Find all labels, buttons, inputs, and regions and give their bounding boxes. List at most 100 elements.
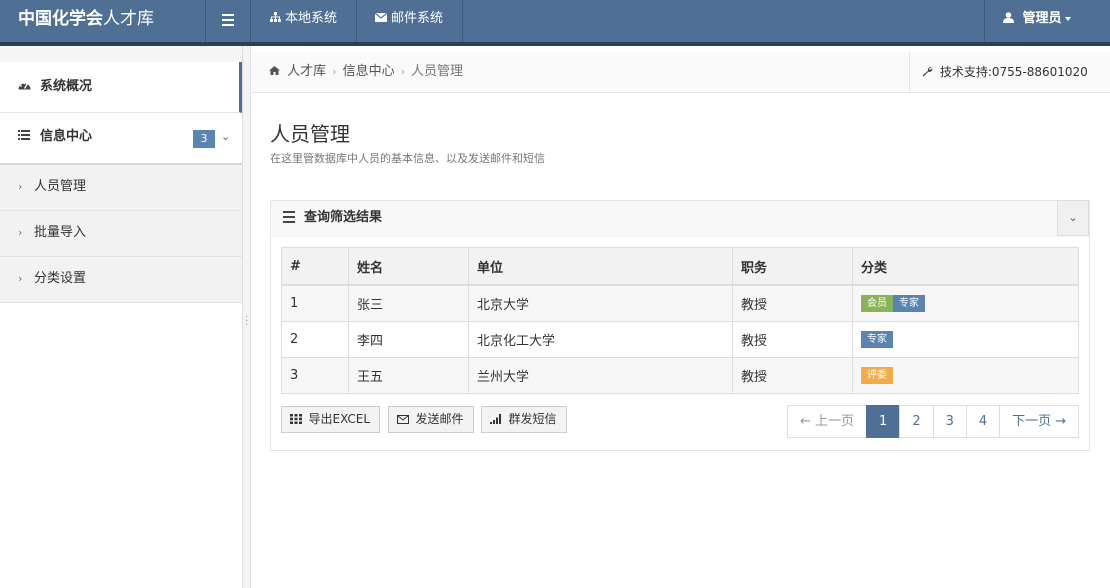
send-sms-button[interactable]: 群发短信 [481,406,567,433]
column-header-number[interactable]: # [281,247,349,286]
cell-number: 1 [281,284,349,322]
menu-toggle-button[interactable] [205,0,250,42]
signal-icon [490,413,506,426]
export-excel-button[interactable]: 导出EXCEL [281,406,381,433]
table-row[interactable]: 1 张三 北京大学 教授 会员 专家 [281,284,1079,322]
brand-name-rest: 人才库 [103,9,154,29]
caret-down-icon [1064,16,1071,21]
panel-collapse-button[interactable]: ⌄ [1057,200,1089,236]
top-navbar: 中国化学会人才库 本地系统 邮件系统 管理员 [0,0,1110,46]
cell-position: 教授 [732,357,853,394]
cell-category: 评委 [852,357,1079,394]
cell-name: 王五 [348,357,469,394]
table-row[interactable]: 3 王五 兰州大学 教授 评委 [281,357,1079,394]
main-content: 人才库 › 信息中心 › 人员管理 技术支持:0755-88601020 人员管理 在这… [251,46,1110,588]
next-page-button[interactable]: 下一页 → [999,405,1080,438]
category-tag: 专家 [893,295,925,312]
send-email-label: 发送邮件 [415,412,464,426]
cell-name: 张三 [348,284,469,322]
table-row[interactable]: 2 李四 北京化工大学 教授 专家 [281,321,1079,358]
column-header-unit[interactable]: 单位 [468,247,733,286]
nav-email-system-label: 邮件系统 [391,11,444,26]
wrench-icon [922,65,940,79]
cell-unit: 北京大学 [468,284,733,322]
cell-number: 2 [281,321,349,358]
sidebar-overview-label: 系统概况 [40,79,93,94]
drag-handle-icon: · · · [245,312,249,331]
sidebar-item-info-center[interactable]: 信息中心 3 ⌄ [0,113,242,165]
tech-support-text: 技术支持:0755-88601020 [939,65,1088,79]
envelope-icon [374,0,388,38]
sidebar-submenu: › 人员管理 › 批量导入 › 分类设置 [0,165,242,303]
column-header-category[interactable]: 分类 [852,247,1079,286]
breadcrumb-current: 人员管理 [410,64,463,79]
cell-name: 李四 [348,321,469,358]
export-excel-label: 导出EXCEL [308,412,371,426]
breadcrumb-separator: › [332,65,337,78]
prev-page-button[interactable]: ← 上一页 [787,405,868,438]
category-tag: 专家 [861,331,893,348]
page-title: 人员管理 [270,122,350,146]
sidebar-subitem-label: 分类设置 [34,271,87,286]
nav-local-system-label: 本地系统 [285,11,338,26]
page-button-3[interactable]: 3 [932,405,967,438]
chevron-right-icon: › [18,272,23,285]
category-tag: 会员 [861,295,893,312]
results-table: # 姓名 单位 职务 分类 1 张三 北京大学 教授 会员 专家 2 李四 北京化工大学 教授 专家… [281,247,1079,394]
chevron-right-icon: › [18,180,23,193]
user-icon [1003,11,1023,26]
grid-icon [290,413,306,426]
cell-unit: 兰州大学 [468,357,733,394]
sidebar: 系统概况 信息中心 3 ⌄ › 人员管理 › 批量导入 › 分类设置 [0,46,243,588]
cell-category: 会员 专家 [852,284,1079,322]
page-button-1[interactable]: 1 [866,405,901,438]
breadcrumb-separator: › [400,65,405,78]
column-header-position[interactable]: 职务 [732,247,853,286]
sidebar-subitem-label: 人员管理 [34,179,87,194]
sidebar-item-overview[interactable]: 系统概况 [0,62,242,113]
breadcrumb-bar: 人才库 › 信息中心 › 人员管理 技术支持:0755-88601020 [251,52,1110,93]
panel-header: 查询筛选结果 ⌄ [271,200,1089,237]
dashboard-icon [18,62,32,112]
sidebar-info-center-label: 信息中心 [40,129,93,144]
category-tag: 评委 [861,367,893,384]
list-icon [18,113,32,161]
info-center-count-badge: 3 [193,130,215,148]
breadcrumb-section[interactable]: 信息中心 [343,64,395,79]
pagination: ← 上一页 1 2 3 4 下一页 → [787,405,1080,438]
chevron-down-icon: ⌄ [1068,211,1078,224]
nav-local-system[interactable]: 本地系统 [250,0,361,42]
sidebar-item-category-settings[interactable]: › 分类设置 [0,257,242,303]
sidebar-item-batch-import[interactable]: › 批量导入 [0,211,242,257]
brand-name-bold: 中国化学会 [18,9,103,29]
tech-support-info: 技术支持:0755-88601020 [909,52,1110,92]
bars-icon [283,211,295,226]
cell-category: 专家 [852,321,1079,358]
sidebar-subitem-label: 批量导入 [34,225,87,240]
results-panel: 查询筛选结果 ⌄ # 姓名 单位 职务 分类 1 张三 北京大学 教授 会员 专家 2 李四北… [270,200,1090,451]
sitemap-icon [269,0,281,38]
user-name: 管理员 [1022,11,1062,26]
panel-title: 查询筛选结果 [304,210,383,225]
nav-divider [462,0,463,42]
user-menu[interactable]: 管理员 [984,0,1110,42]
page-subtitle: 在这里管数据库中人员的基本信息、以及发送邮件和短信 [270,152,545,165]
nav-email-system[interactable]: 邮件系统 [356,0,462,42]
breadcrumb-home[interactable]: 人才库 [287,64,326,79]
cell-position: 教授 [732,284,853,322]
cell-number: 3 [281,357,349,394]
sidebar-resize-handle[interactable]: · · · [243,46,251,588]
cell-position: 教授 [732,321,853,358]
chevron-right-icon: › [18,226,23,239]
page-button-4[interactable]: 4 [965,405,1001,438]
send-email-button[interactable]: 发送邮件 [388,406,474,433]
column-header-name[interactable]: 姓名 [348,247,469,286]
chevron-down-icon: ⌄ [221,130,231,143]
sidebar-item-people-management[interactable]: › 人员管理 [0,165,242,211]
envelope-icon [397,413,413,426]
sidebar-top-gap [0,46,242,62]
send-sms-label: 群发短信 [508,412,557,426]
breadcrumb: 人才库 › 信息中心 › 人员管理 [269,52,463,92]
page-button-2[interactable]: 2 [899,405,934,438]
table-header-row: # 姓名 单位 职务 分类 [281,247,1079,286]
